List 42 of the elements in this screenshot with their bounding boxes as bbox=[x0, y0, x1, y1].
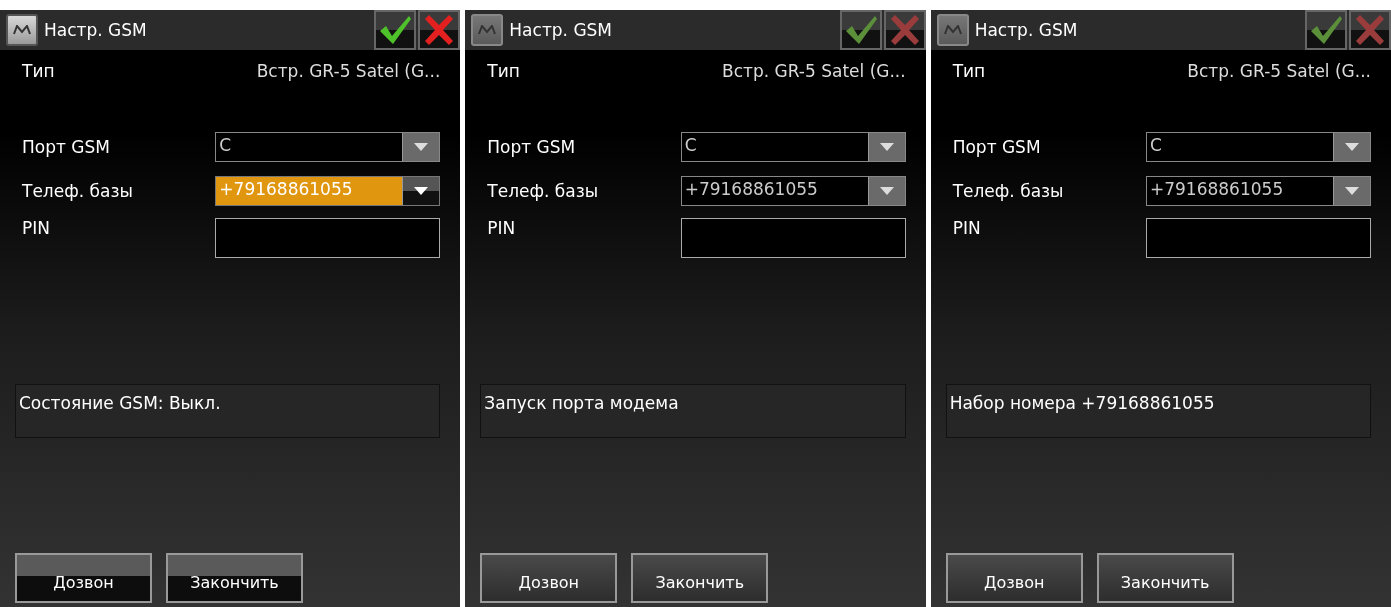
dropdown-arrow-icon bbox=[1345, 143, 1359, 151]
type-value: Встр. GR-5 Satel (G... bbox=[256, 61, 441, 83]
dropdown-arrow-icon bbox=[879, 143, 894, 151]
field-label: Порт GSM bbox=[22, 137, 110, 157]
checkmark-icon bbox=[1309, 14, 1343, 46]
status-text: Запуск порта модема bbox=[484, 393, 679, 413]
m-logo-icon bbox=[943, 25, 962, 35]
pin-input-field[interactable] bbox=[215, 218, 441, 258]
field-label: Телеф. базы bbox=[22, 181, 133, 201]
field-label: Порт GSM bbox=[952, 137, 1041, 157]
m-logo-icon bbox=[13, 25, 31, 35]
field-label: PIN bbox=[952, 218, 981, 238]
checkmark-icon bbox=[378, 14, 413, 46]
ok-button[interactable] bbox=[374, 10, 417, 50]
dropdown-arrow-icon bbox=[879, 187, 894, 195]
field-label: PIN bbox=[22, 218, 50, 238]
status-text: Набор номера +79168861055 bbox=[949, 393, 1215, 413]
dropdown-field[interactable]: C bbox=[215, 132, 441, 162]
type-label: Тип bbox=[487, 61, 520, 83]
menu-button[interactable] bbox=[6, 14, 38, 46]
window-title: Настр. GSM bbox=[974, 20, 1078, 40]
field-label: Телеф. базы bbox=[952, 181, 1064, 201]
dropdown-arrow-icon bbox=[414, 143, 429, 151]
dropdown-arrow-icon bbox=[414, 187, 429, 195]
ok-button[interactable] bbox=[839, 10, 882, 50]
dropdown-arrow-icon bbox=[1345, 187, 1359, 195]
type-value: Встр. GR-5 Satel (G... bbox=[722, 61, 906, 83]
close-icon bbox=[1353, 13, 1387, 47]
field-label: Телеф. базы bbox=[487, 181, 599, 201]
action-button[interactable]: Дозвон bbox=[15, 553, 152, 603]
type-value: Встр. GR-5 Satel (G... bbox=[1187, 61, 1371, 83]
m-logo-icon bbox=[478, 25, 497, 35]
action-button[interactable]: Закончить bbox=[166, 553, 303, 603]
close-button[interactable] bbox=[418, 10, 461, 50]
window-title: Настр. GSM bbox=[509, 20, 612, 40]
field-label: Порт GSM bbox=[487, 137, 576, 157]
window-title: Настр. GSM bbox=[44, 20, 147, 40]
ok-button[interactable] bbox=[1305, 10, 1347, 50]
type-label: Тип bbox=[22, 61, 55, 83]
status-text: Состояние GSM: Выкл. bbox=[19, 393, 221, 413]
type-label: Тип bbox=[952, 61, 986, 83]
field-label: PIN bbox=[487, 218, 516, 238]
